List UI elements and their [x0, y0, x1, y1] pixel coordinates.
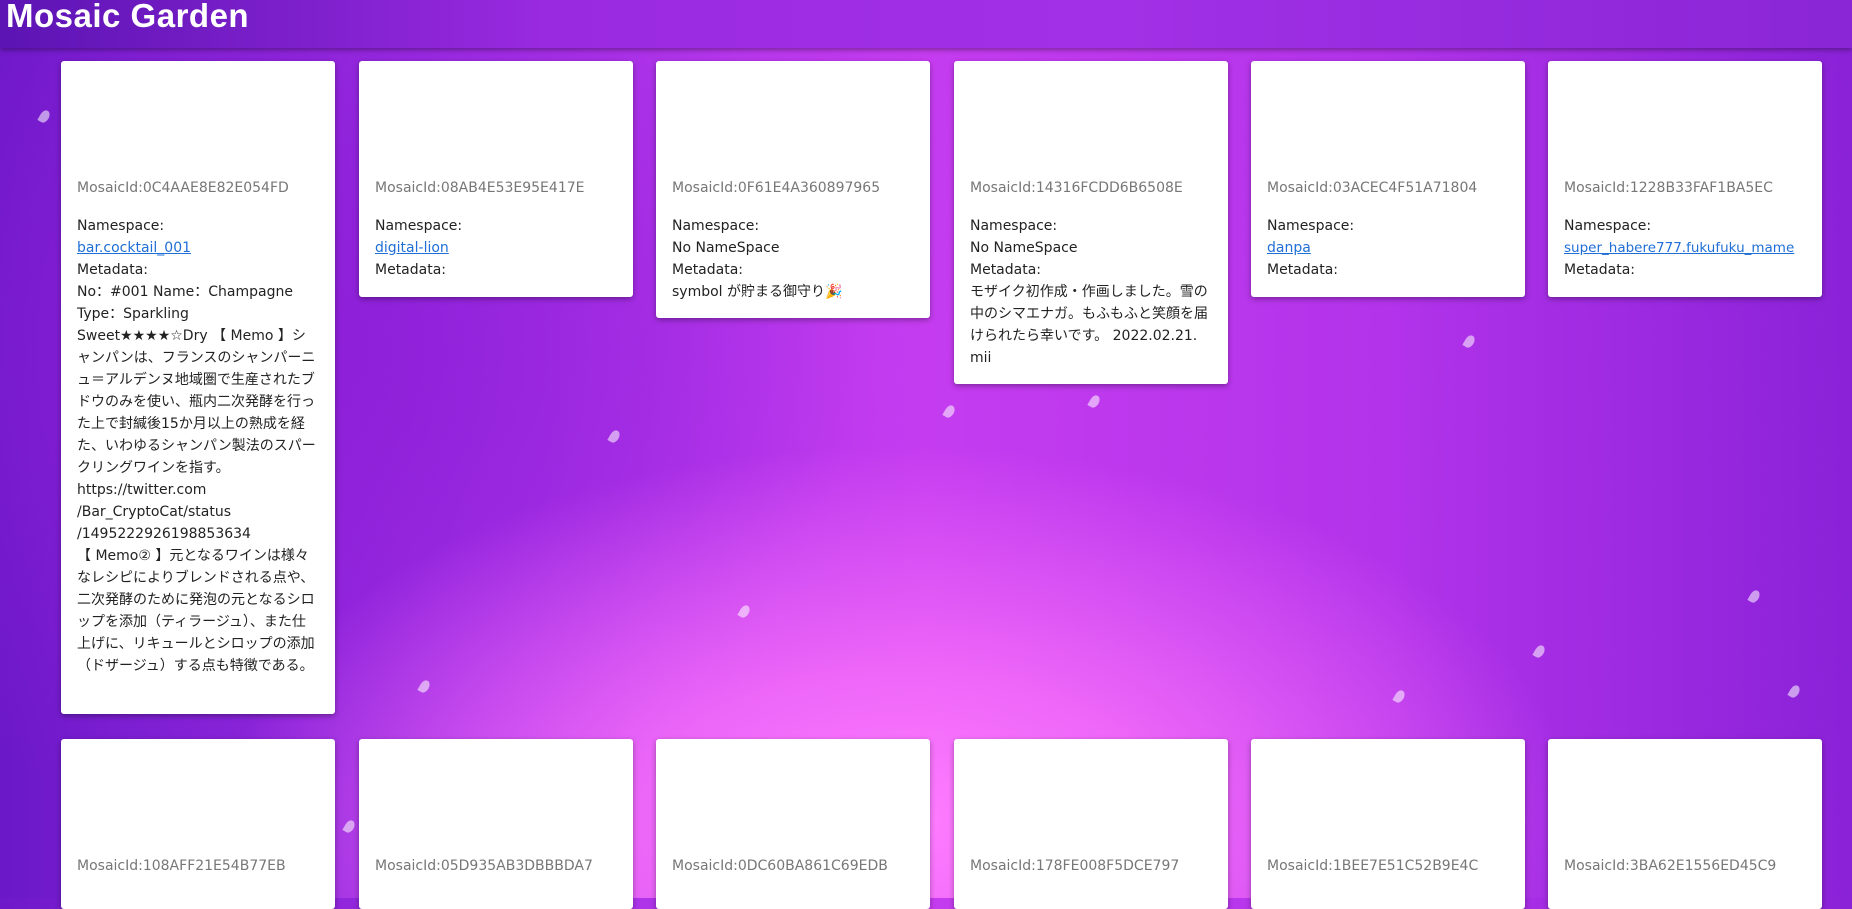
mosaic-thumbnail: [970, 61, 1212, 177]
mosaic-id: MosaicId:14316FCDD6B6508E: [970, 180, 1183, 196]
namespace-link[interactable]: super_habere777.fukufuku_mame: [1564, 237, 1806, 259]
mosaic-card[interactable]: MosaicId:08AB4E53E95E417E Namespace: dig…: [359, 61, 633, 297]
mosaic-thumbnail: [77, 61, 319, 177]
app-title: Mosaic Garden: [6, 0, 250, 34]
mosaic-id: MosaicId:0C4AAE8E82E054FD: [77, 180, 289, 196]
namespace-label: Namespace:: [77, 218, 165, 234]
petal-decoration: [1532, 643, 1547, 660]
mosaic-thumbnail: [1267, 61, 1509, 177]
petal-decoration: [37, 108, 52, 125]
petal-decoration: [1787, 683, 1802, 700]
mosaic-id: MosaicId:0F61E4A360897965: [672, 180, 881, 196]
mosaic-thumbnail: [77, 739, 319, 855]
petal-decoration: [942, 403, 957, 420]
metadata-label: Metadata:: [1267, 262, 1339, 278]
metadata-label: Metadata:: [1564, 262, 1636, 278]
petal-decoration: [1087, 393, 1102, 410]
namespace-label: Namespace:: [375, 218, 463, 234]
mosaic-thumbnail: [1267, 739, 1509, 855]
mosaic-card[interactable]: MosaicId:0C4AAE8E82E054FD Namespace: bar…: [61, 61, 335, 714]
mosaic-card[interactable]: MosaicId:05D935AB3DBBBDA7: [359, 739, 633, 909]
metadata-label: Metadata:: [375, 262, 447, 278]
namespace-label: Namespace:: [1267, 218, 1355, 234]
namespace-label: Namespace:: [970, 218, 1058, 234]
mosaic-id: MosaicId:1BEE7E51C52B9E4C: [1267, 858, 1479, 874]
mosaic-id: MosaicId:05D935AB3DBBBDA7: [375, 858, 593, 874]
mosaic-thumbnail: [970, 739, 1212, 855]
namespace-link[interactable]: danpa: [1267, 237, 1509, 259]
metadata-text: モザイク初作成・作画しました。雪の中のシマエナガ。もふもふと笑顔を届けられたら幸…: [970, 284, 1208, 366]
mosaic-thumbnail: [672, 739, 914, 855]
petal-decoration: [342, 818, 357, 835]
mosaic-card[interactable]: MosaicId:1228B33FAF1BA5EC Namespace: sup…: [1548, 61, 1822, 297]
namespace-value: No NameSpace: [672, 240, 780, 256]
mosaic-card[interactable]: MosaicId:0F61E4A360897965 Namespace: No …: [656, 61, 930, 318]
metadata-label: Metadata:: [970, 262, 1042, 278]
petal-decoration: [607, 428, 622, 445]
petal-decoration: [1462, 333, 1477, 350]
namespace-label: Namespace:: [1564, 218, 1652, 234]
mosaic-card[interactable]: MosaicId:3BA62E1556ED45C9: [1548, 739, 1822, 909]
petal-decoration: [1747, 588, 1762, 605]
mosaic-id: MosaicId:108AFF21E54B77EB: [77, 858, 286, 874]
mosaic-card[interactable]: MosaicId:03ACEC4F51A71804 Namespace: dan…: [1251, 61, 1525, 297]
namespace-label: Namespace:: [672, 218, 760, 234]
mosaic-card[interactable]: MosaicId:1BEE7E51C52B9E4C: [1251, 739, 1525, 909]
mosaic-id: MosaicId:3BA62E1556ED45C9: [1564, 858, 1777, 874]
mosaic-thumbnail: [672, 61, 914, 177]
metadata-text: symbol が貯まる御守り🎉: [672, 284, 843, 300]
namespace-link[interactable]: digital-lion: [375, 237, 617, 259]
mosaic-id: MosaicId:178FE008F5DCE797: [970, 858, 1180, 874]
mosaic-id: MosaicId:0DC60BA861C69EDB: [672, 858, 888, 874]
mosaic-id: MosaicId:08AB4E53E95E417E: [375, 180, 585, 196]
petal-decoration: [1392, 688, 1407, 705]
mosaic-card[interactable]: MosaicId:178FE008F5DCE797: [954, 739, 1228, 909]
mosaic-thumbnail: [1564, 739, 1806, 855]
metadata-text: No：#001 Name：Champagne Type：Sparkling Sw…: [77, 284, 316, 674]
mosaic-card[interactable]: MosaicId:14316FCDD6B6508E Namespace: No …: [954, 61, 1228, 384]
mosaic-thumbnail: [1564, 61, 1806, 177]
mosaic-thumbnail: [375, 61, 617, 177]
app-header: Mosaic Garden: [0, 0, 1852, 48]
mosaic-id: MosaicId:1228B33FAF1BA5EC: [1564, 180, 1773, 196]
mosaic-id: MosaicId:03ACEC4F51A71804: [1267, 180, 1478, 196]
namespace-link[interactable]: bar.cocktail_001: [77, 237, 319, 259]
metadata-label: Metadata:: [672, 262, 744, 278]
metadata-label: Metadata:: [77, 262, 149, 278]
mosaic-thumbnail: [375, 739, 617, 855]
mosaic-card[interactable]: MosaicId:0DC60BA861C69EDB: [656, 739, 930, 909]
namespace-value: No NameSpace: [970, 240, 1078, 256]
petal-decoration: [737, 603, 752, 620]
mosaic-card[interactable]: MosaicId:108AFF21E54B77EB: [61, 739, 335, 909]
petal-decoration: [417, 678, 432, 695]
